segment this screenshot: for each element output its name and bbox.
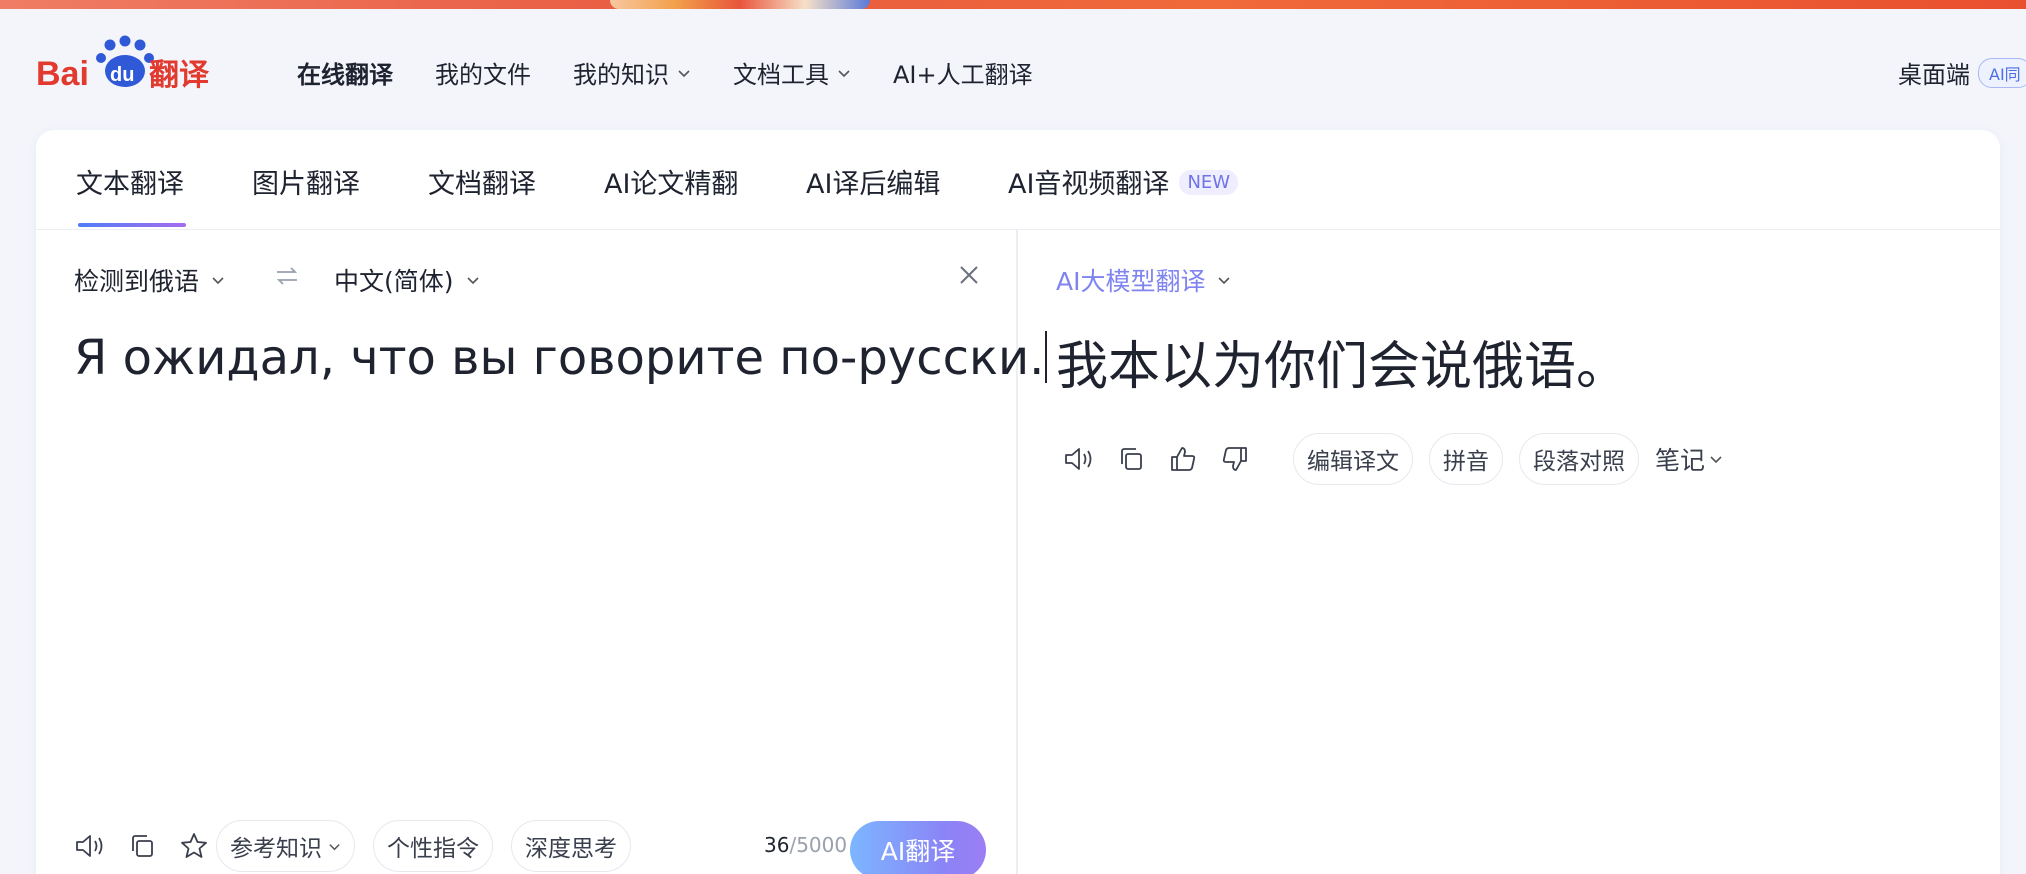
chevron-down-icon bbox=[1710, 456, 1722, 464]
notes-label: 笔记 bbox=[1655, 446, 1706, 475]
nav-online-translate[interactable]: 在线翻译 bbox=[297, 55, 393, 90]
tab-ai-post-edit[interactable]: AI译后编辑 bbox=[806, 162, 940, 201]
pill-label: 参考知识 bbox=[230, 836, 322, 862]
nav-label: 我的文件 bbox=[435, 61, 531, 89]
ai-sync-tag[interactable]: AI同 bbox=[1978, 57, 2026, 88]
copy-icon[interactable] bbox=[1113, 441, 1149, 477]
tab-label: AI论文精翻 bbox=[604, 169, 739, 200]
tab-ai-paper-translate[interactable]: AI论文精翻 bbox=[604, 162, 738, 201]
pill-label: 编辑译文 bbox=[1307, 449, 1399, 475]
baidu-fanyi-logo[interactable]: Bai du 翻译 bbox=[36, 35, 216, 91]
tab-label: AI音视频翻译 bbox=[1008, 169, 1170, 200]
chevron-down-icon bbox=[212, 277, 224, 285]
tab-label: 图片翻译 bbox=[252, 169, 360, 200]
output-toolbar: 编辑译文 拼音 段落对照 笔记 bbox=[1061, 433, 1723, 485]
pill-label: 个性指令 bbox=[387, 836, 479, 862]
pill-label: 拼音 bbox=[1443, 449, 1489, 475]
ai-translate-label: AI翻译 bbox=[880, 837, 956, 866]
chevron-down-icon bbox=[678, 69, 690, 77]
source-text-value: Я ожидал, что вы говорите по-русски. bbox=[74, 330, 1045, 386]
nav-doc-tools[interactable]: 文档工具 bbox=[733, 55, 851, 90]
tab-doc-translate[interactable]: 文档翻译 bbox=[428, 162, 536, 201]
deep-thinking-button[interactable]: 深度思考 bbox=[511, 820, 631, 872]
nav-my-knowledge[interactable]: 我的知识 bbox=[573, 55, 691, 90]
model-select[interactable]: AI大模型翻译 bbox=[1056, 262, 1231, 298]
logo-fanyi-text: 翻译 bbox=[149, 58, 210, 91]
mode-tabs: 文本翻译 图片翻译 文档翻译 AI论文精翻 AI译后编辑 AI音视频翻译 NEW bbox=[36, 130, 2000, 230]
tab-ai-av-translate[interactable]: AI音视频翻译 NEW bbox=[1008, 162, 1239, 201]
model-label: AI大模型翻译 bbox=[1056, 267, 1206, 296]
source-language-select[interactable]: 检测到俄语 bbox=[74, 262, 225, 298]
reference-knowledge-button[interactable]: 参考知识 bbox=[216, 820, 355, 872]
swap-languages-icon[interactable] bbox=[274, 266, 300, 286]
header-right: 桌面端 AI同 bbox=[1898, 55, 2026, 90]
pinyin-button[interactable]: 拼音 bbox=[1429, 433, 1503, 485]
logo-du-text: du bbox=[110, 64, 134, 86]
source-language-label: 检测到俄语 bbox=[74, 267, 200, 296]
chevron-down-icon bbox=[329, 843, 340, 850]
pane-divider bbox=[1016, 230, 1018, 874]
target-language-select[interactable]: 中文(简体) bbox=[334, 262, 480, 298]
banner-artwork[interactable] bbox=[610, 0, 870, 9]
nav-my-files[interactable]: 我的文件 bbox=[435, 55, 531, 90]
source-toolbar: 参考知识 个性指令 深度思考 bbox=[72, 820, 631, 872]
translation-output: 我本以为你们会说俄语。 bbox=[1056, 337, 1629, 397]
text-caret bbox=[1045, 331, 1048, 383]
close-icon[interactable] bbox=[957, 263, 981, 287]
ai-translate-button[interactable]: AI翻译 bbox=[850, 821, 986, 874]
char-count: 36 bbox=[764, 833, 790, 857]
paragraph-compare-button[interactable]: 段落对照 bbox=[1519, 433, 1639, 485]
tab-text-translate[interactable]: 文本翻译 bbox=[76, 162, 186, 227]
edit-translation-button[interactable]: 编辑译文 bbox=[1293, 433, 1413, 485]
target-language-label: 中文(简体) bbox=[334, 267, 454, 296]
tab-label: 文档翻译 bbox=[428, 169, 536, 200]
speaker-icon[interactable] bbox=[72, 828, 108, 864]
new-badge: NEW bbox=[1179, 170, 1239, 195]
pill-label: 深度思考 bbox=[525, 836, 617, 862]
nav-label: AI+人工翻译 bbox=[893, 61, 1033, 89]
speaker-icon[interactable] bbox=[1061, 441, 1097, 477]
translator-card: 文本翻译 图片翻译 文档翻译 AI论文精翻 AI译后编辑 AI音视频翻译 NEW … bbox=[36, 130, 2000, 874]
top-banner-strip bbox=[0, 0, 2026, 9]
nav-label: 在线翻译 bbox=[297, 61, 393, 89]
tab-image-translate[interactable]: 图片翻译 bbox=[252, 162, 360, 201]
nav-label: 文档工具 bbox=[733, 61, 829, 89]
custom-instruction-button[interactable]: 个性指令 bbox=[373, 820, 493, 872]
logo-bai-text: Bai bbox=[36, 55, 89, 91]
star-icon[interactable] bbox=[176, 828, 212, 864]
chevron-down-icon bbox=[838, 69, 850, 77]
thumbs-down-icon[interactable] bbox=[1217, 441, 1253, 477]
copy-icon[interactable] bbox=[124, 828, 160, 864]
site-header: Bai du 翻译 在线翻译 我的文件 我的知识 文档工具 AI+人工翻译 桌面… bbox=[0, 9, 2026, 131]
tab-label: 文本翻译 bbox=[76, 169, 184, 200]
thumbs-up-icon[interactable] bbox=[1165, 441, 1201, 477]
notes-dropdown[interactable]: 笔记 bbox=[1655, 441, 1723, 477]
top-nav: 在线翻译 我的文件 我的知识 文档工具 AI+人工翻译 bbox=[297, 55, 1075, 90]
tab-label: AI译后编辑 bbox=[806, 169, 941, 200]
desktop-client-link[interactable]: 桌面端 bbox=[1898, 55, 1970, 90]
char-max: /5000 bbox=[789, 833, 848, 857]
character-counter: 36/5000 bbox=[764, 833, 847, 857]
nav-label: 我的知识 bbox=[573, 61, 669, 89]
chevron-down-icon bbox=[1218, 277, 1231, 285]
source-text-input[interactable]: Я ожидал, что вы говорите по-русски. bbox=[74, 330, 1048, 387]
nav-ai-human-translate[interactable]: AI+人工翻译 bbox=[893, 55, 1033, 90]
pill-label: 段落对照 bbox=[1533, 449, 1625, 475]
chevron-down-icon bbox=[466, 277, 479, 285]
